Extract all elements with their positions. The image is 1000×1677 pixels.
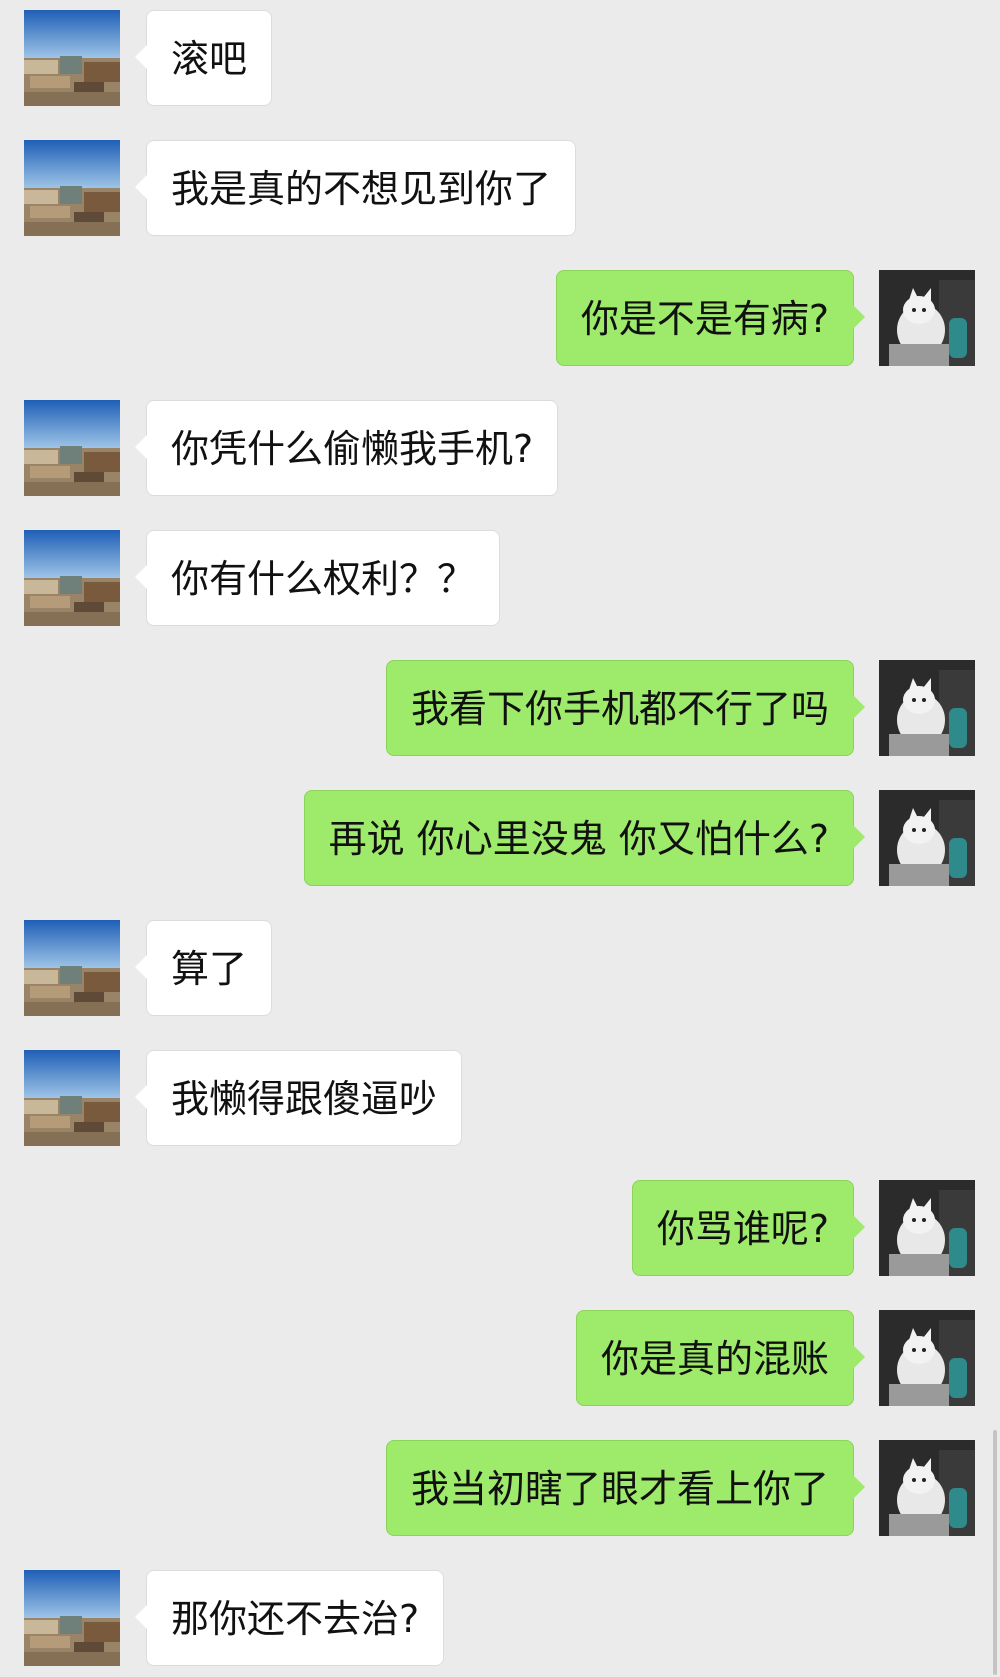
message-row: 我懒得跟傻逼吵 [0,1050,1000,1146]
cat-photo-avatar-icon [879,790,975,886]
incoming-message-bubble[interactable]: 你有什么权利？？ [134,530,501,626]
landscape-photo-avatar-icon [24,10,120,106]
my-avatar[interactable] [879,790,975,886]
message-row: 你是不是有病? [0,270,1000,366]
contact-avatar[interactable] [24,530,120,626]
landscape-photo-avatar-icon [24,920,120,1016]
incoming-message-bubble[interactable]: 滚吧 [134,10,273,106]
outgoing-message-bubble[interactable]: 你是不是有病? [555,270,866,366]
message-row: 你凭什么偷懒我手机? [0,400,1000,496]
contact-avatar[interactable] [24,140,120,236]
outgoing-message-bubble[interactable]: 我当初瞎了眼才看上你了 [385,1440,866,1536]
landscape-photo-avatar-icon [24,140,120,236]
contact-avatar[interactable] [24,10,120,106]
cat-photo-avatar-icon [879,1180,975,1276]
scrollbar[interactable] [993,1430,997,1675]
incoming-message-bubble[interactable]: 算了 [134,920,273,1016]
incoming-message-bubble[interactable]: 你凭什么偷懒我手机? [134,400,559,496]
message-row: 算了 [0,920,1000,1016]
landscape-photo-avatar-icon [24,1050,120,1146]
contact-avatar[interactable] [24,1570,120,1666]
landscape-photo-avatar-icon [24,530,120,626]
outgoing-message-bubble[interactable]: 再说 你心里没鬼 你又怕什么? [303,790,866,886]
my-avatar[interactable] [879,270,975,366]
message-row: 你骂谁呢? [0,1180,1000,1276]
contact-avatar[interactable] [24,920,120,1016]
outgoing-message-bubble[interactable]: 我看下你手机都不行了吗 [385,660,866,756]
message-row: 你是真的混账 [0,1310,1000,1406]
contact-avatar[interactable] [24,1050,120,1146]
message-row: 那你还不去治? [0,1570,1000,1666]
message-row: 你有什么权利？？ [0,530,1000,626]
cat-photo-avatar-icon [879,1440,975,1536]
chat-window: 滚吧 我是真的不想见到你了 你是不是有病? 你凭什么偷懒我手机? 你有什么权利？… [0,0,1000,1677]
cat-photo-avatar-icon [879,1310,975,1406]
message-row: 我是真的不想见到你了 [0,140,1000,236]
incoming-message-bubble[interactable]: 我是真的不想见到你了 [134,140,577,236]
incoming-message-bubble[interactable]: 那你还不去治? [134,1570,445,1666]
incoming-message-bubble[interactable]: 我懒得跟傻逼吵 [134,1050,463,1146]
outgoing-message-bubble[interactable]: 你是真的混账 [575,1310,866,1406]
cat-photo-avatar-icon [879,660,975,756]
landscape-photo-avatar-icon [24,400,120,496]
outgoing-message-bubble[interactable]: 你骂谁呢? [631,1180,866,1276]
cat-photo-avatar-icon [879,270,975,366]
message-row: 滚吧 [0,10,1000,106]
my-avatar[interactable] [879,1310,975,1406]
landscape-photo-avatar-icon [24,1570,120,1666]
contact-avatar[interactable] [24,400,120,496]
my-avatar[interactable] [879,1180,975,1276]
my-avatar[interactable] [879,1440,975,1536]
my-avatar[interactable] [879,660,975,756]
message-row: 再说 你心里没鬼 你又怕什么? [0,790,1000,886]
message-row: 我看下你手机都不行了吗 [0,660,1000,756]
message-row: 我当初瞎了眼才看上你了 [0,1440,1000,1536]
